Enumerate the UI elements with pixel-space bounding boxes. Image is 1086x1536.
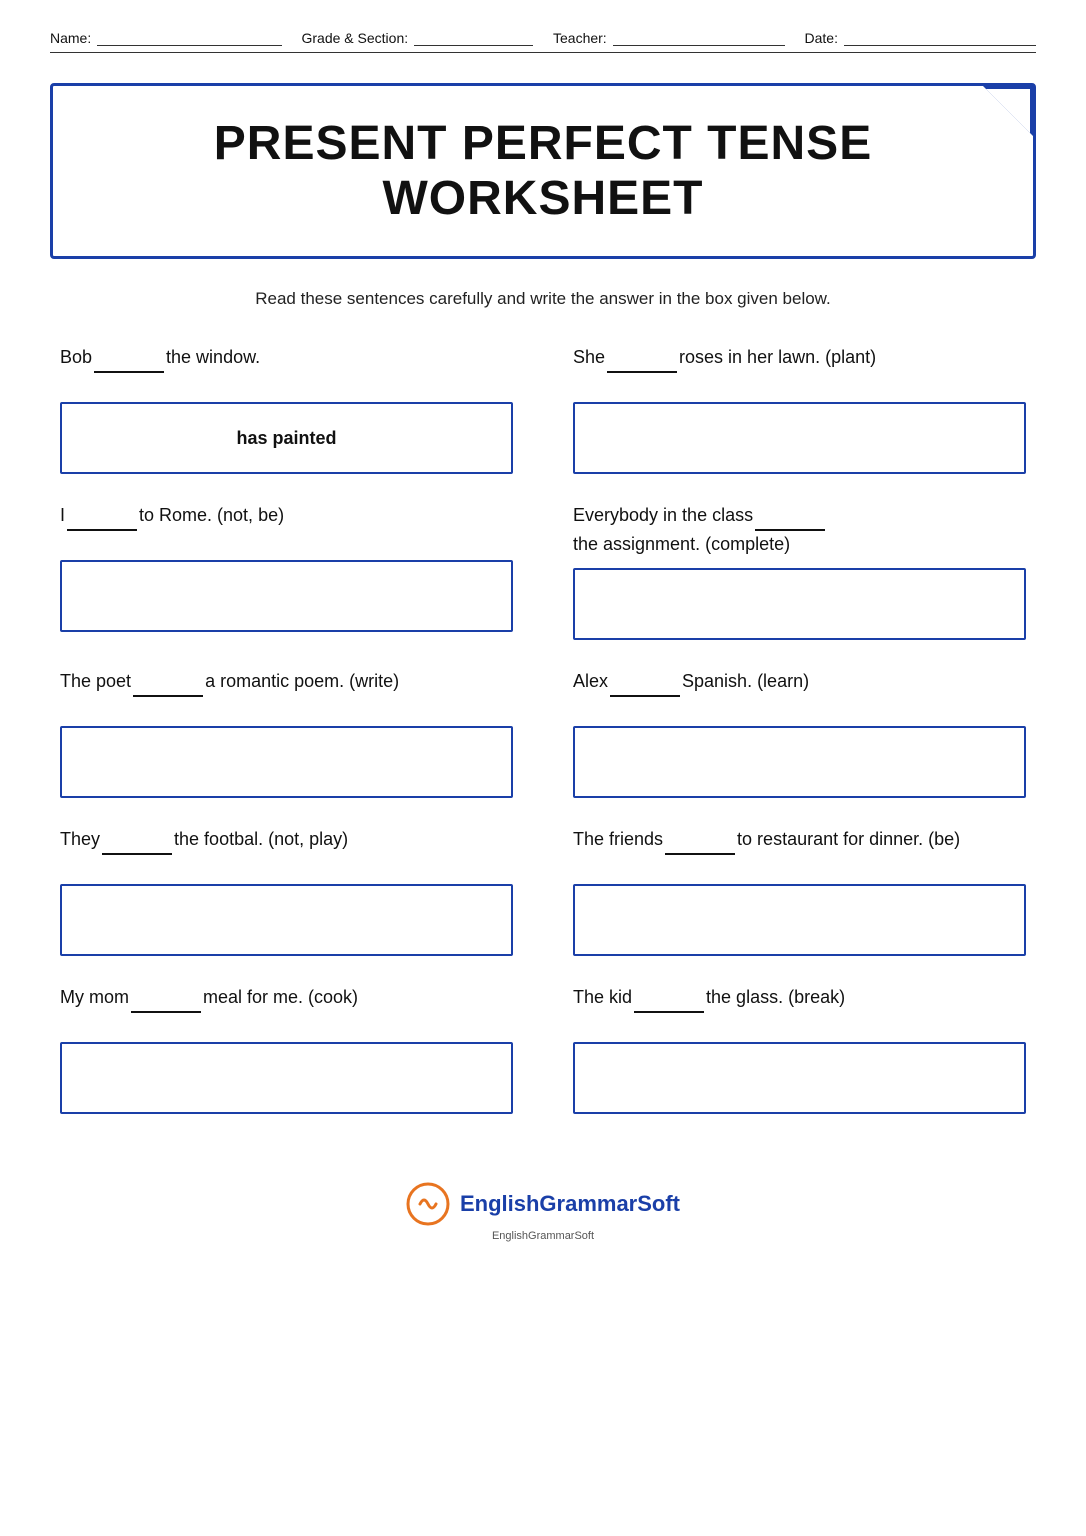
blank-q1 [94, 344, 164, 373]
question-text-q5: The poet a romantic poem. (write) [60, 668, 513, 716]
blank-q8 [665, 826, 735, 855]
question-text-q6: Alex Spanish. (learn) [573, 668, 1026, 716]
question-text-q3: I to Rome. (not, be) [60, 502, 513, 550]
question-text-q10: The kid the glass. (break) [573, 984, 1026, 1032]
instructions-text: Read these sentences carefully and write… [50, 289, 1036, 309]
blank-q4 [755, 502, 825, 531]
answer-box-q5[interactable] [60, 726, 513, 798]
question-block-q8: The friends to restaurant for dinner. (b… [573, 826, 1026, 956]
answer-box-q9[interactable] [60, 1042, 513, 1114]
answer-box-q1[interactable]: has painted [60, 402, 513, 474]
answer-box-q2[interactable] [573, 402, 1026, 474]
question-text-q4: Everybody in the class the assignment. (… [573, 502, 1026, 558]
question-text-q8: The friends to restaurant for dinner. (b… [573, 826, 1026, 874]
question-block-q6: Alex Spanish. (learn) [573, 668, 1026, 798]
name-label: Name: [50, 30, 91, 46]
title-box: PRESENT PERFECT TENSE WORKSHEET [50, 83, 1036, 259]
date-field: Date: [805, 30, 1037, 46]
answer-box-q7[interactable] [60, 884, 513, 956]
answer-box-q8[interactable] [573, 884, 1026, 956]
answer-box-q3[interactable] [60, 560, 513, 632]
brand-logo-icon [406, 1182, 450, 1226]
answer-box-q4[interactable] [573, 568, 1026, 640]
footer-logo: EnglishGrammarSoft [406, 1182, 680, 1226]
grade-label: Grade & Section: [302, 30, 409, 46]
question-text-q7: They the footbal. (not, play) [60, 826, 513, 874]
footer: EnglishGrammarSoft EnglishGrammarSoft [50, 1182, 1036, 1242]
answer-box-q6[interactable] [573, 726, 1026, 798]
questions-grid: Bob the window. has painted She roses in… [60, 344, 1026, 1142]
brand-name: EnglishGrammarSoft [460, 1191, 680, 1217]
blank-q10 [634, 984, 704, 1013]
question-text-q2: She roses in her lawn. (plant) [573, 344, 1026, 392]
question-block-q4: Everybody in the class the assignment. (… [573, 502, 1026, 640]
blank-q9 [131, 984, 201, 1013]
name-underline [97, 30, 281, 46]
question-block-q2: She roses in her lawn. (plant) [573, 344, 1026, 474]
question-block-q10: The kid the glass. (break) [573, 984, 1026, 1114]
question-block-q9: My mom meal for me. (cook) [60, 984, 513, 1114]
blank-q2 [607, 344, 677, 373]
question-text-q9: My mom meal for me. (cook) [60, 984, 513, 1032]
grade-underline [414, 30, 533, 46]
worksheet-title: PRESENT PERFECT TENSE WORKSHEET [93, 116, 993, 226]
question-block-q1: Bob the window. has painted [60, 344, 513, 474]
teacher-label: Teacher: [553, 30, 607, 46]
blank-q7 [102, 826, 172, 855]
header-row: Name: Grade & Section: Teacher: Date: [50, 30, 1036, 53]
grade-field: Grade & Section: [302, 30, 534, 46]
blank-q3 [67, 502, 137, 531]
question-block-q3: I to Rome. (not, be) [60, 502, 513, 640]
blank-q6 [610, 668, 680, 697]
question-text-q1: Bob the window. [60, 344, 513, 392]
blank-q5 [133, 668, 203, 697]
date-label: Date: [805, 30, 838, 46]
answer-box-q10[interactable] [573, 1042, 1026, 1114]
footer-sub: EnglishGrammarSoft [492, 1230, 594, 1242]
question-block-q7: They the footbal. (not, play) [60, 826, 513, 956]
date-underline [844, 30, 1036, 46]
question-block-q5: The poet a romantic poem. (write) [60, 668, 513, 798]
teacher-underline [613, 30, 785, 46]
name-field: Name: [50, 30, 282, 46]
teacher-field: Teacher: [553, 30, 785, 46]
